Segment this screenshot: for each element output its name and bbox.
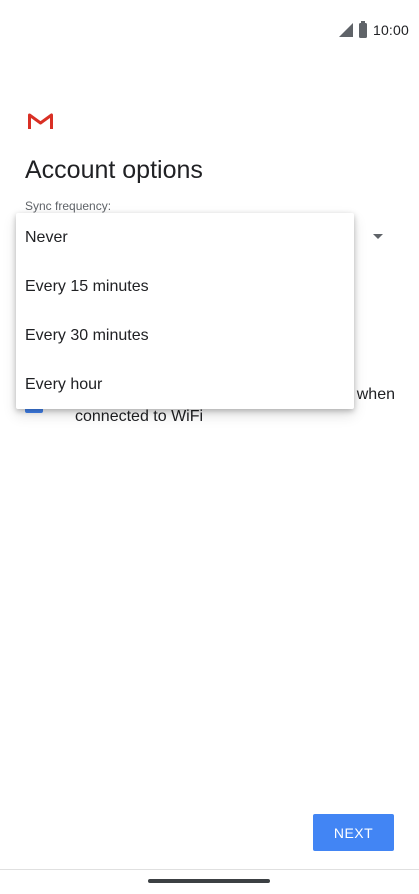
sync-option-30-minutes[interactable]: Every 30 minutes xyxy=(16,311,354,360)
sync-option-15-minutes[interactable]: Every 15 minutes xyxy=(16,262,354,311)
page-title: Account options xyxy=(25,156,203,184)
gmail-icon xyxy=(28,113,53,129)
home-gesture-bar[interactable] xyxy=(148,879,270,883)
nav-divider xyxy=(0,869,419,870)
sync-option-never[interactable]: Never xyxy=(16,213,354,262)
next-button[interactable]: NEXT xyxy=(313,814,394,851)
wifi-option-label-line2: connected to WiFi xyxy=(75,408,204,425)
dropdown-arrow-icon[interactable] xyxy=(373,234,383,239)
status-time: 10:00 xyxy=(372,22,409,38)
sync-frequency-dropdown: Never Every 15 minutes Every 30 minutes … xyxy=(16,213,354,409)
battery-icon xyxy=(358,20,367,38)
status-bar: 10:00 xyxy=(0,0,419,62)
sync-option-hour[interactable]: Every hour xyxy=(16,360,354,409)
sync-frequency-label: Sync frequency: xyxy=(25,199,112,213)
status-icons: 10:00 xyxy=(338,20,409,38)
cell-signal-icon xyxy=(338,23,353,37)
